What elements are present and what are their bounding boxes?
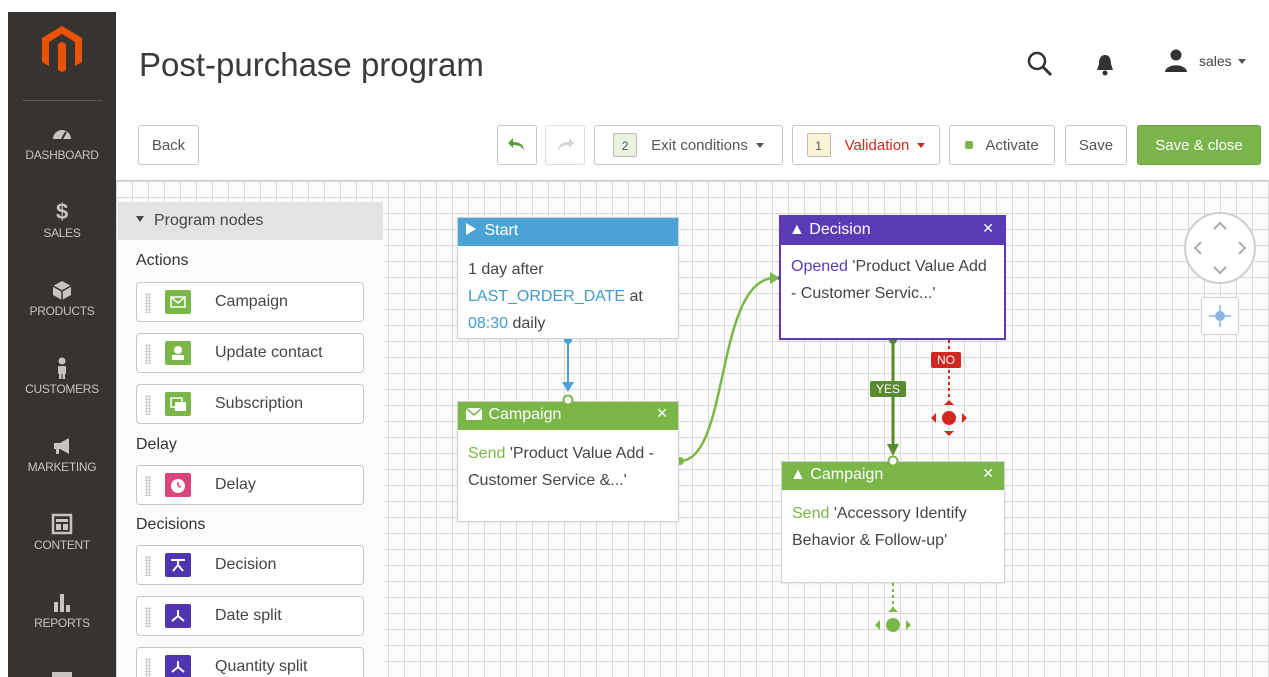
alarm-clock-icon	[165, 473, 191, 497]
play-icon	[466, 223, 476, 235]
campaign-node-1-body: Send 'Product Value Add - Customer Servi…	[458, 430, 678, 494]
start-node-body: 1 day after LAST_ORDER_DATE at 08:30 dai…	[458, 246, 678, 337]
palette-item-label: Quantity split	[215, 658, 308, 675]
palette-item-label: Campaign	[215, 293, 288, 310]
campaign-1-in-port[interactable]	[562, 394, 574, 406]
campaign-node-1-header[interactable]: Campaign ✕	[458, 402, 678, 430]
start-time-link[interactable]: 08:30	[468, 315, 508, 332]
envelope-icon	[465, 407, 483, 420]
campaign-node-2[interactable]: ▲ Campaign ✕ Send 'Accessory Identify Be…	[781, 461, 1005, 583]
drag-handle-icon[interactable]	[145, 476, 151, 496]
crosshair-icon	[1209, 305, 1231, 327]
campaign-node-2-title: Campaign	[810, 466, 884, 483]
close-icon[interactable]: ✕	[982, 220, 994, 237]
start-node-title: Start	[484, 222, 519, 239]
palette-item-label: Subscription	[215, 395, 304, 412]
palette-item-label: Decision	[215, 556, 277, 573]
palette-item-label: Delay	[215, 476, 256, 493]
palette-item-subscription[interactable]: Subscription	[136, 384, 364, 424]
close-icon[interactable]: ✕	[656, 405, 668, 422]
section-delay: Delay	[136, 436, 177, 453]
start-field-link[interactable]: LAST_ORDER_DATE	[468, 288, 625, 305]
start-node[interactable]: Start 1 day after LAST_ORDER_DATE at 08:…	[457, 217, 679, 339]
start-schedule-text: 1 day after	[468, 261, 544, 278]
decision-node-header[interactable]: ▲ Decision ✕	[781, 217, 1004, 245]
pan-control[interactable]	[1183, 211, 1257, 285]
drag-handle-icon[interactable]	[145, 556, 151, 576]
collapse-caret-icon	[136, 216, 144, 222]
campaign-node-1-title: Campaign	[488, 406, 562, 423]
start-at-text: at	[629, 288, 643, 305]
split-icon	[165, 604, 191, 628]
envelope-icon	[165, 290, 191, 314]
decision-node[interactable]: ▲ Decision ✕ Opened 'Product Value Add -…	[779, 215, 1006, 340]
no-label: NO	[931, 352, 961, 368]
start-freq-text: daily	[512, 315, 546, 332]
decision-condition-link[interactable]: Opened	[791, 258, 848, 275]
center-view-button[interactable]	[1201, 297, 1239, 335]
close-icon[interactable]: ✕	[982, 465, 994, 482]
palette-item-label: Update contact	[215, 344, 323, 361]
palette-item-campaign[interactable]: Campaign	[136, 282, 364, 322]
connector-arrowhead	[562, 382, 574, 392]
palette-title: Program nodes	[154, 212, 264, 229]
yes-label: YES	[870, 381, 907, 397]
section-decisions: Decisions	[136, 516, 206, 533]
warning-icon: ▲	[789, 221, 805, 238]
section-actions: Actions	[136, 252, 189, 269]
start-node-header[interactable]: Start	[458, 218, 678, 246]
program-nodes-palette: Program nodes Actions Campaign Update co…	[118, 202, 383, 677]
drag-handle-icon[interactable]	[145, 658, 151, 677]
campaign-1-action-link[interactable]: Send	[468, 445, 505, 462]
palette-item-quantity-split[interactable]: Quantity split	[136, 647, 364, 677]
palette-header[interactable]: Program nodes	[118, 202, 383, 240]
drag-handle-icon[interactable]	[145, 607, 151, 627]
campaign-2-action-link[interactable]: Send	[792, 505, 829, 522]
decision-split-icon	[165, 553, 191, 577]
decision-node-body: Opened 'Product Value Add - Customer Ser…	[781, 245, 1004, 307]
connector-campaign-decision	[679, 276, 776, 463]
palette-item-label: Date split	[215, 607, 282, 624]
drag-handle-icon[interactable]	[145, 395, 151, 415]
campaign-node-1[interactable]: Campaign ✕ Send 'Product Value Add - Cus…	[457, 401, 679, 522]
drag-handle-icon[interactable]	[145, 293, 151, 313]
warning-icon: ▲	[790, 466, 806, 483]
decision-node-title: Decision	[809, 221, 871, 238]
drag-handle-icon[interactable]	[145, 344, 151, 364]
palette-item-date-split[interactable]: Date split	[136, 596, 364, 636]
palette-item-decision[interactable]: Decision	[136, 545, 364, 585]
palette-item-delay[interactable]: Delay	[136, 465, 364, 505]
palette-item-update-contact[interactable]: Update contact	[136, 333, 364, 373]
campaign2-add-icon[interactable]	[875, 607, 911, 632]
split-icon	[165, 655, 191, 677]
contact-icon	[165, 341, 191, 365]
subscription-icon	[165, 392, 191, 416]
no-branch-add-icon[interactable]	[931, 400, 967, 436]
campaign-node-2-body: Send 'Accessory Identify Behavior & Foll…	[782, 490, 1004, 554]
campaign-2-in-port[interactable]	[887, 455, 899, 467]
